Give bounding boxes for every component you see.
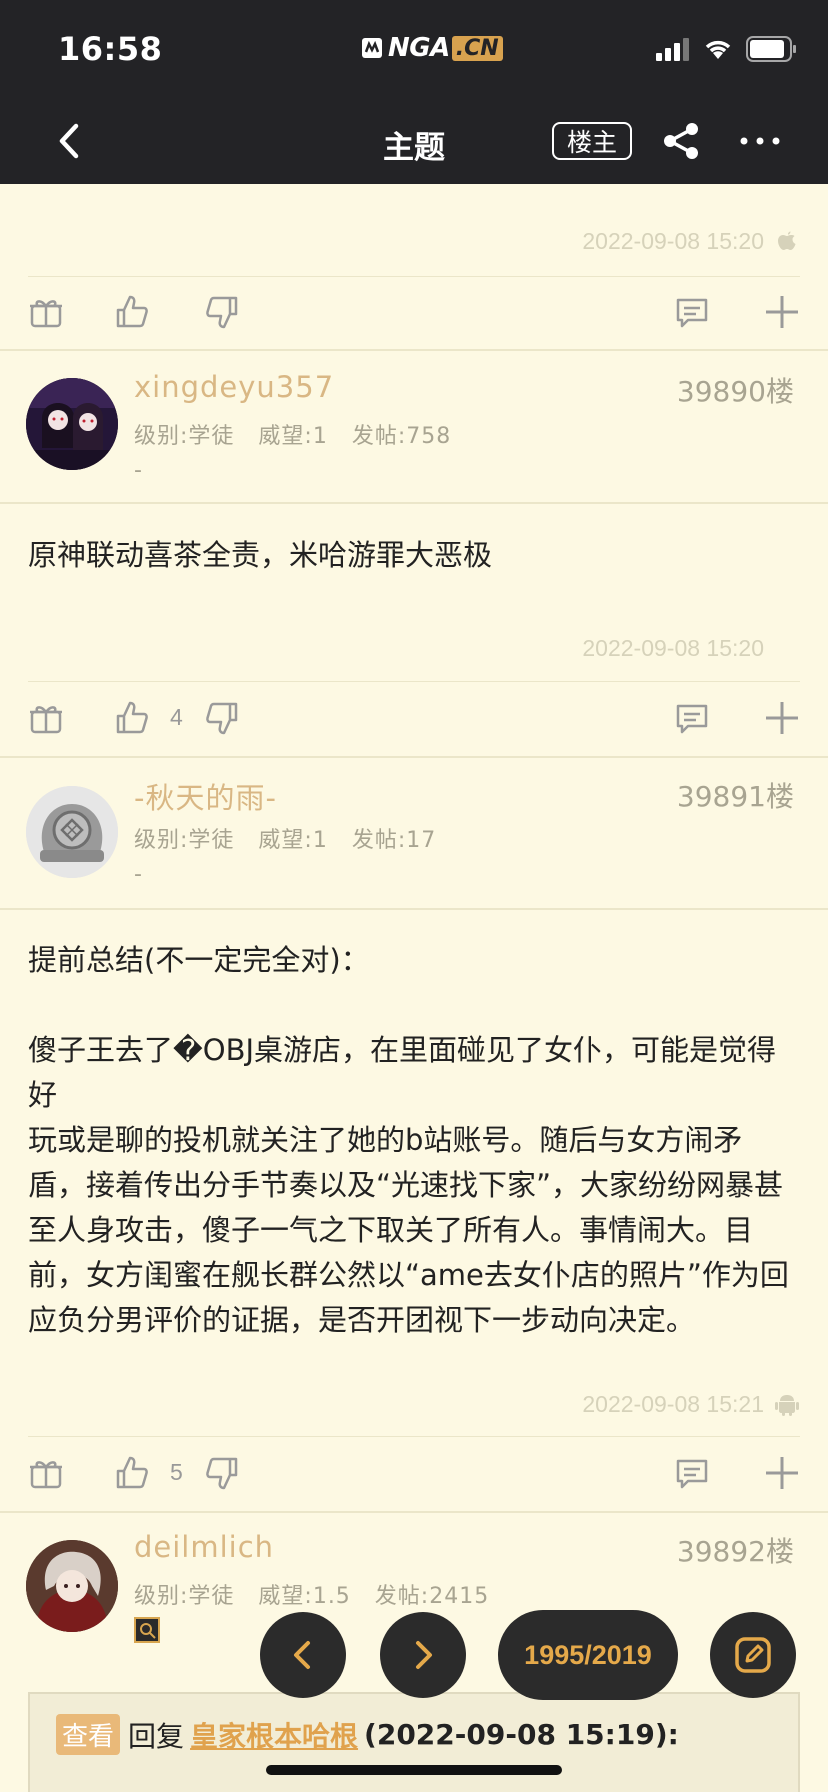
next-page-button[interactable] bbox=[380, 1612, 466, 1698]
dislike-icon[interactable] bbox=[202, 292, 242, 332]
android-icon bbox=[775, 1395, 799, 1416]
username[interactable]: -秋天的雨- bbox=[134, 775, 277, 817]
page-indicator-button[interactable]: 1995/2019 bbox=[498, 1610, 678, 1700]
post-actions: 4 bbox=[0, 688, 828, 748]
diving-helmet-icon bbox=[26, 786, 118, 878]
floor-number: 39890楼 bbox=[676, 375, 794, 408]
user-signature: - bbox=[134, 458, 142, 483]
comment-icon[interactable] bbox=[672, 1453, 712, 1493]
quote-box: 查看 回复 皇家根本哈根 (2022-09-08 15:19): bbox=[28, 1692, 800, 1792]
quoted-user-link[interactable]: 皇家根本哈根 bbox=[190, 1715, 358, 1755]
chevron-right-icon bbox=[416, 1641, 432, 1669]
add-icon[interactable] bbox=[762, 698, 802, 738]
nga-paw-icon bbox=[362, 38, 382, 58]
post-divider bbox=[0, 349, 828, 351]
user-signature: - bbox=[134, 862, 142, 887]
avatar-image bbox=[26, 378, 118, 470]
floor-number: 39891楼 bbox=[676, 780, 794, 813]
reply-word: 回复 bbox=[128, 1719, 185, 1753]
gift-icon[interactable] bbox=[26, 292, 66, 332]
post-divider bbox=[0, 1511, 828, 1513]
floor-number: 39892楼 bbox=[676, 1535, 794, 1568]
like-icon[interactable] bbox=[112, 292, 152, 332]
avatar[interactable] bbox=[26, 378, 118, 470]
username[interactable]: xingdeyu357 bbox=[134, 370, 334, 404]
content-blank bbox=[28, 983, 798, 1028]
quoted-date: (2022-09-08 15:19): bbox=[364, 1718, 679, 1751]
louzhu-button[interactable]: 楼主 bbox=[552, 122, 632, 160]
view-button[interactable]: 查看 bbox=[56, 1714, 121, 1755]
content-line: 至人身攻击，傻子一气之下取关了所有人。事情闹大。目 bbox=[28, 1213, 754, 1247]
status-icons bbox=[654, 36, 798, 62]
user-post-count: 发帖:758 bbox=[351, 424, 452, 449]
divider bbox=[0, 908, 828, 910]
dislike-icon[interactable] bbox=[202, 1453, 242, 1493]
medal-badge-icon bbox=[134, 1617, 160, 1643]
dislike-icon[interactable] bbox=[202, 698, 242, 738]
add-icon[interactable] bbox=[762, 1453, 802, 1493]
avatar[interactable] bbox=[26, 786, 118, 878]
content-line: 玩或是聊的投机就关注了她的b站账号。随后与女方闹矛 bbox=[28, 1123, 743, 1157]
post-content: 提前总结(不一定完全对)： 傻子王去了�OBJ桌游店，在里面碰见了女仆，可能是觉… bbox=[28, 938, 798, 1343]
avatar-image bbox=[26, 1540, 118, 1632]
user-post-count: 发帖:2415 bbox=[374, 1584, 490, 1609]
like-count: 5 bbox=[170, 1459, 183, 1485]
user-meta: 级别:学徒 威望:1 发帖:758 bbox=[134, 418, 451, 450]
wifi-icon bbox=[705, 40, 731, 59]
post-timestamp: 2022-09-08 15:21 bbox=[582, 1391, 764, 1417]
like-count: 4 bbox=[170, 704, 183, 730]
chevron-left-icon bbox=[294, 1641, 310, 1669]
content-line: 提前总结(不一定完全对)： bbox=[28, 943, 370, 977]
content-line: 盾，接着传出分手节奏以及“光速找下家”，大家纷纷网暴甚 bbox=[28, 1168, 784, 1202]
comment-icon[interactable] bbox=[672, 292, 712, 332]
avatar[interactable] bbox=[26, 1540, 118, 1632]
post-actions bbox=[0, 282, 828, 342]
apple-icon bbox=[778, 231, 796, 250]
user-level: 级别:学徒 bbox=[134, 828, 235, 853]
divider bbox=[28, 1436, 800, 1437]
status-time: 16:58 bbox=[58, 30, 163, 68]
compose-button[interactable] bbox=[710, 1612, 796, 1698]
user-level: 级别:学徒 bbox=[134, 424, 235, 449]
user-level: 级别:学徒 bbox=[134, 1584, 235, 1609]
edit-icon bbox=[735, 1637, 771, 1673]
quote-header: 查看 回复 皇家根本哈根 (2022-09-08 15:19): bbox=[56, 1714, 679, 1755]
like-icon[interactable] bbox=[112, 698, 152, 738]
content-line: 应负分男评价的证据，是否开团视下一步动向决定。 bbox=[28, 1303, 696, 1337]
share-icon[interactable] bbox=[660, 120, 702, 162]
user-meta: 级别:学徒 威望:1.5 发帖:2415 bbox=[134, 1578, 489, 1610]
battery-icon bbox=[746, 36, 796, 62]
user-prestige: 威望:1 bbox=[258, 828, 328, 853]
post-content: 原神联动喜茶全责，米哈游罪大恶极 bbox=[28, 538, 493, 572]
home-indicator[interactable] bbox=[266, 1765, 562, 1775]
user-prestige: 威望:1.5 bbox=[258, 1584, 351, 1609]
post-timestamp: 2022-09-08 15:20 bbox=[582, 635, 764, 661]
gift-icon[interactable] bbox=[26, 698, 66, 738]
user-prestige: 威望:1 bbox=[258, 424, 328, 449]
top-bar: 16:58 NGA .CN 主题 楼主 bbox=[0, 0, 828, 184]
divider bbox=[28, 276, 800, 277]
add-icon[interactable] bbox=[762, 292, 802, 332]
divider bbox=[28, 681, 800, 682]
page-title: 主题 bbox=[383, 130, 445, 166]
user-post-count: 发帖:17 bbox=[351, 828, 437, 853]
username[interactable]: deilmlich bbox=[134, 1530, 274, 1564]
prev-page-button[interactable] bbox=[260, 1612, 346, 1698]
logo-suffix: .CN bbox=[451, 35, 503, 61]
signal-icon bbox=[656, 38, 689, 61]
like-icon[interactable] bbox=[112, 1453, 152, 1493]
comment-icon[interactable] bbox=[672, 698, 712, 738]
post-divider bbox=[0, 756, 828, 758]
gift-icon[interactable] bbox=[26, 1453, 66, 1493]
content-line: 傻子王去了�OBJ桌游店，在里面碰见了女仆，可能是觉得好 bbox=[28, 1033, 777, 1112]
nav-bar: 主题 楼主 bbox=[0, 104, 828, 176]
nga-logo: NGA .CN bbox=[360, 33, 503, 63]
divider bbox=[0, 502, 828, 504]
logo-text: NGA bbox=[388, 33, 450, 63]
user-meta: 级别:学徒 威望:1 发帖:17 bbox=[134, 822, 436, 854]
content-line: 前，女方闺蜜在舰长群公然以“ame去女仆店的照片”作为回 bbox=[28, 1258, 789, 1292]
post-timestamp: 2022-09-08 15:20 bbox=[582, 228, 764, 254]
more-icon[interactable] bbox=[738, 126, 782, 156]
post-actions: 5 bbox=[0, 1443, 828, 1503]
